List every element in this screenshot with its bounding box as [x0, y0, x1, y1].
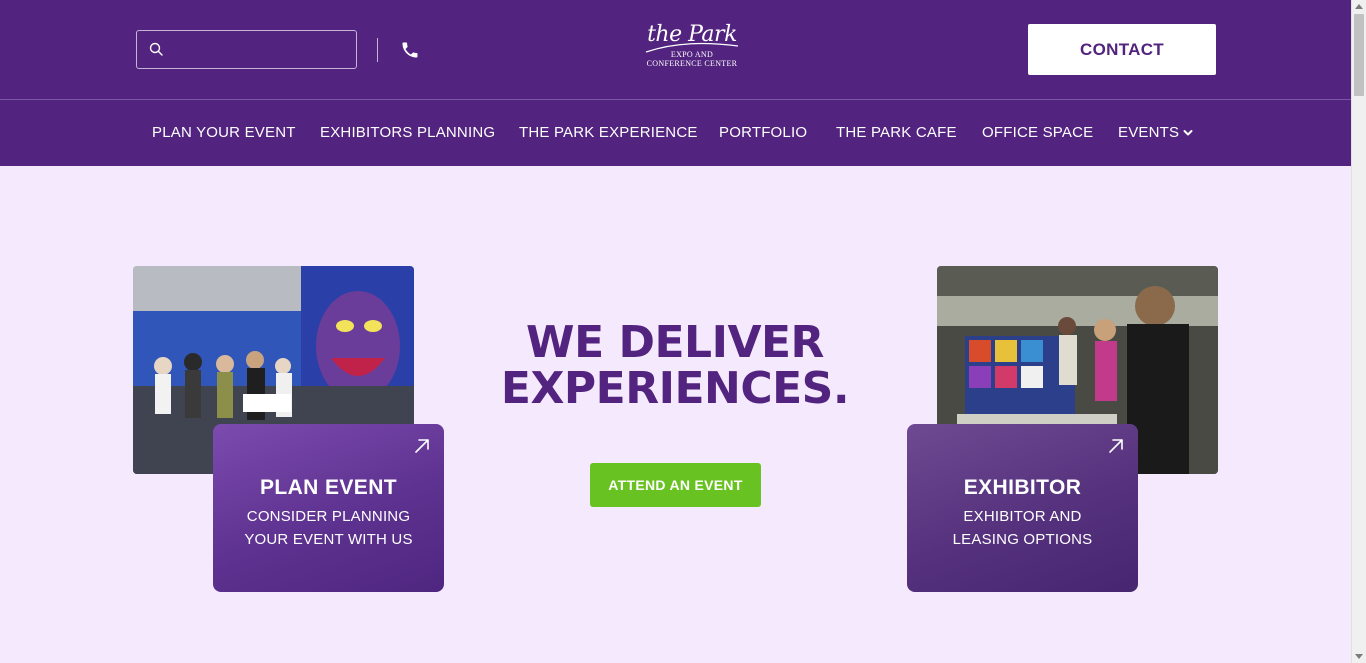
nav-item-exhibitors-planning[interactable]: EXHIBITORS PLANNING [320, 124, 495, 141]
exhibitor-card[interactable]: EXHIBITOR EXHIBITOR AND LEASING OPTIONS [907, 424, 1138, 592]
headline-line-2: EXPERIENCES. [500, 363, 850, 414]
logo-swoosh [645, 42, 739, 53]
nav-item-plan-your-event[interactable]: PLAN YOUR EVENT [152, 124, 296, 141]
nav-item-the-park-experience[interactable]: THE PARK EXPERIENCE [519, 124, 698, 141]
main-nav: PLAN YOUR EVENT EXHIBITORS PLANNING THE … [0, 100, 1351, 166]
nav-item-label: OFFICE SPACE [982, 124, 1094, 141]
card-subtitle: CONSIDER PLANNING YOUR EVENT WITH US [233, 505, 424, 551]
arrow-up-right-icon [415, 439, 429, 453]
top-header: the Park EXPO AND CONFERENCE CENTER CONT… [0, 0, 1351, 100]
park-logo[interactable]: the Park EXPO AND CONFERENCE CENTER [636, 20, 748, 80]
nav-item-label: THE PARK CAFE [836, 124, 957, 141]
card-title: EXHIBITOR [963, 476, 1082, 499]
search-input[interactable] [173, 39, 348, 61]
headline-line-1: WE DELIVER [526, 317, 824, 368]
nav-item-the-park-cafe[interactable]: THE PARK CAFE [836, 124, 957, 141]
nav-item-label: PORTFOLIO [719, 124, 808, 141]
search-icon [149, 42, 163, 56]
nav-item-label: PLAN YOUR EVENT [152, 124, 296, 141]
card-subtitle-line-2: YOUR EVENT WITH US [244, 531, 413, 548]
card-subtitle-line-1: CONSIDER PLANNING [246, 508, 411, 525]
arrow-up-right-icon [1109, 439, 1123, 453]
nav-item-label: EXHIBITORS PLANNING [320, 124, 496, 141]
header-divider [377, 38, 378, 62]
contact-button[interactable]: CONTACT [1028, 24, 1216, 75]
plan-event-card[interactable]: PLAN EVENT CONSIDER PLANNING YOUR EVENT … [213, 424, 444, 592]
search-field[interactable] [136, 30, 357, 69]
attend-event-button[interactable]: ATTEND AN EVENT [590, 463, 761, 507]
hero-headline: WE DELIVER EXPERIENCES. [470, 320, 880, 412]
phone-icon[interactable] [400, 40, 420, 60]
logo-line-2: CONFERENCE CENTER [646, 59, 738, 68]
chevron-down-icon [1183, 129, 1193, 135]
nav-item-label: THE PARK EXPERIENCE [519, 124, 698, 141]
scroll-down-arrow-icon[interactable] [1355, 654, 1363, 659]
nav-item-portfolio[interactable]: PORTFOLIO [719, 124, 807, 141]
card-title: PLAN EVENT [259, 476, 397, 499]
card-subtitle-line-2: LEASING OPTIONS [952, 531, 1093, 548]
nav-item-label: EVENTS [1118, 124, 1180, 141]
scroll-thumb[interactable] [1354, 14, 1364, 96]
scroll-up-arrow-icon[interactable] [1355, 4, 1363, 9]
nav-item-office-space[interactable]: OFFICE SPACE [982, 124, 1093, 141]
vertical-scrollbar[interactable] [1351, 0, 1366, 663]
card-subtitle-line-1: EXHIBITOR AND [963, 508, 1082, 525]
nav-item-events[interactable]: EVENTS [1118, 124, 1193, 141]
card-subtitle: EXHIBITOR AND LEASING OPTIONS [927, 505, 1118, 551]
